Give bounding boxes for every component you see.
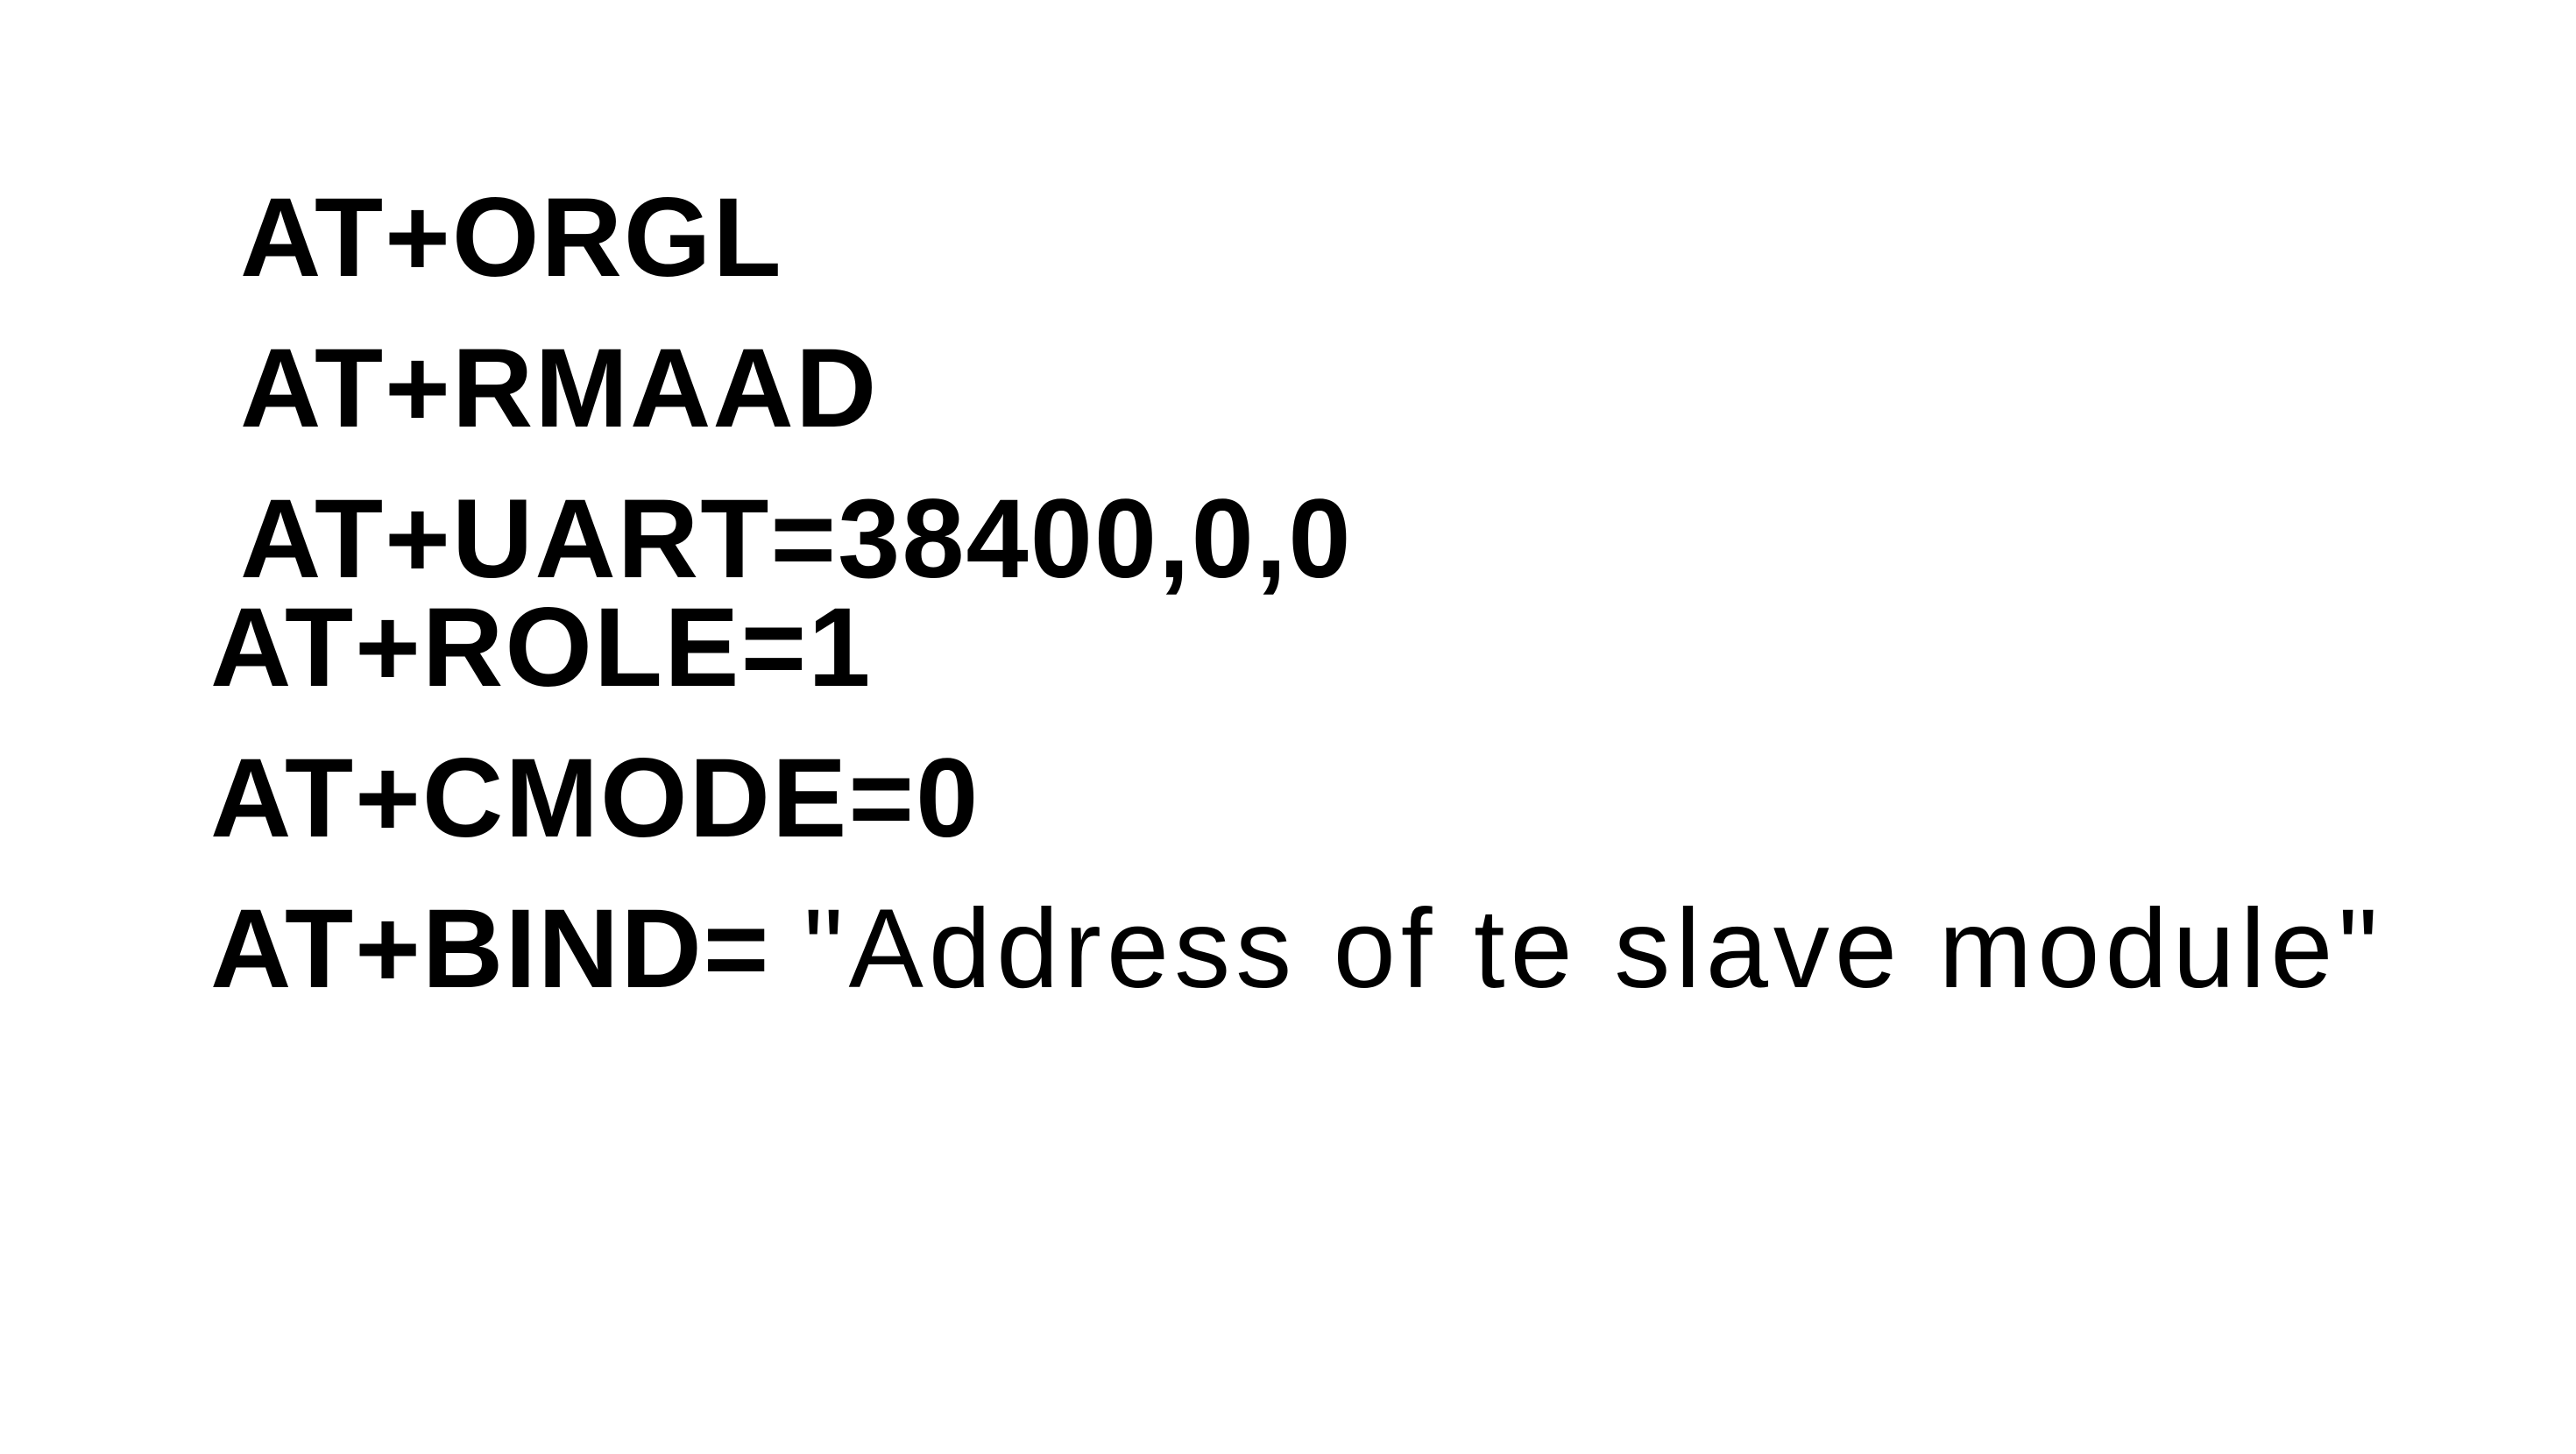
command-text: AT+ROLE=1 — [210, 585, 873, 710]
document-canvas: AT+ORGL AT+RMAAD AT+UART=38400,0,0 AT+RO… — [0, 0, 2576, 1454]
command-text: AT+CMODE=0 — [210, 736, 980, 861]
command-text: AT+ORGL — [240, 175, 783, 300]
command-text: AT+BIND= — [210, 886, 804, 1012]
command-argument: "Address of te slave module" — [803, 886, 2383, 1012]
command-orgl: AT+ORGL — [240, 182, 783, 294]
command-uart: AT+UART=38400,0,0 — [240, 483, 1353, 596]
command-cmode: AT+CMODE=0 — [210, 743, 980, 855]
command-text: AT+RMAAD — [240, 326, 879, 451]
command-role: AT+ROLE=1 — [210, 592, 872, 704]
command-bind: AT+BIND= "Address of te slave module" — [210, 893, 2383, 1006]
command-rmaad: AT+RMAAD — [240, 333, 878, 445]
command-text: AT+UART=38400,0,0 — [240, 476, 1353, 602]
